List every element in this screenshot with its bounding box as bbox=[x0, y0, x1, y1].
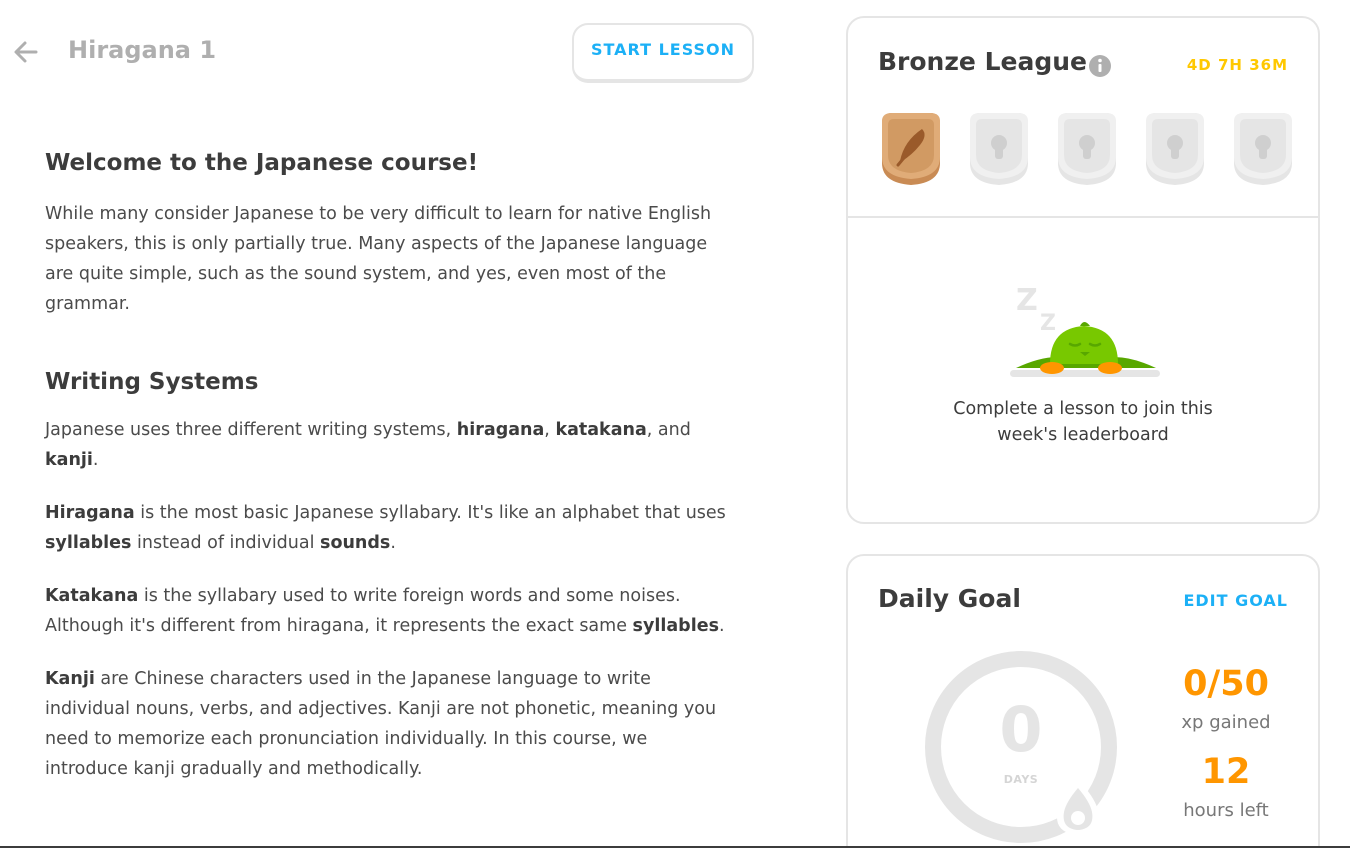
league-badges bbox=[878, 111, 1296, 187]
edit-goal-button[interactable]: EDIT GOAL bbox=[1183, 591, 1288, 610]
lesson-tips-article: Welcome to the Japanese course! While ma… bbox=[45, 146, 735, 784]
daily-goal-card: Daily Goal EDIT GOAL 0 DAYS 0/50 xp gain… bbox=[846, 554, 1320, 848]
welcome-heading: Welcome to the Japanese course! bbox=[45, 150, 479, 176]
league-timer: 4D 7H 36M bbox=[1186, 56, 1288, 74]
svg-text:Z: Z bbox=[1040, 311, 1056, 336]
hiragana-paragraph: Hiragana is the most basic Japanese syll… bbox=[45, 503, 726, 553]
daily-goal-title: Daily Goal bbox=[878, 584, 1021, 613]
xp-value: 0/50 bbox=[1183, 664, 1269, 704]
goal-stats: 0/50 xp gained 12 hours left bbox=[1168, 662, 1284, 824]
hours-left-label: hours left bbox=[1183, 800, 1269, 821]
xp-label: xp gained bbox=[1181, 712, 1271, 733]
flame-icon bbox=[1057, 780, 1099, 835]
lesson-title: Hiragana 1 bbox=[68, 36, 217, 64]
locked-league-icon[interactable] bbox=[966, 111, 1032, 187]
bronze-league-icon[interactable] bbox=[878, 111, 944, 187]
locked-league-icon[interactable] bbox=[1054, 111, 1120, 187]
join-leaderboard-text: Complete a lesson to join this week's le… bbox=[953, 399, 1213, 445]
hours-left-value: 12 bbox=[1201, 752, 1251, 792]
svg-text:Z: Z bbox=[1016, 283, 1038, 318]
back-arrow-icon[interactable] bbox=[12, 38, 40, 66]
league-divider bbox=[848, 216, 1318, 218]
sleeping-owl-icon: Z Z bbox=[1010, 283, 1160, 377]
league-card: Bronze League 4D 7H 36M Z Z Complete a l… bbox=[846, 16, 1320, 524]
locked-league-icon[interactable] bbox=[1142, 111, 1208, 187]
writing-systems-heading: Writing Systems bbox=[45, 369, 259, 395]
info-icon[interactable] bbox=[1088, 54, 1112, 78]
intro-paragraph: While many consider Japanese to be very … bbox=[45, 204, 712, 314]
locked-league-icon[interactable] bbox=[1230, 111, 1296, 187]
kanji-paragraph: Kanji are Chinese characters used in the… bbox=[45, 669, 717, 779]
katakana-paragraph: Katakana is the syllabary used to write … bbox=[45, 586, 725, 636]
writing-systems-paragraph: Japanese uses three different writing sy… bbox=[45, 420, 691, 470]
league-title: Bronze League bbox=[878, 47, 1087, 76]
start-lesson-button[interactable]: START LESSON bbox=[572, 23, 754, 83]
streak-count: 0 bbox=[999, 693, 1043, 766]
